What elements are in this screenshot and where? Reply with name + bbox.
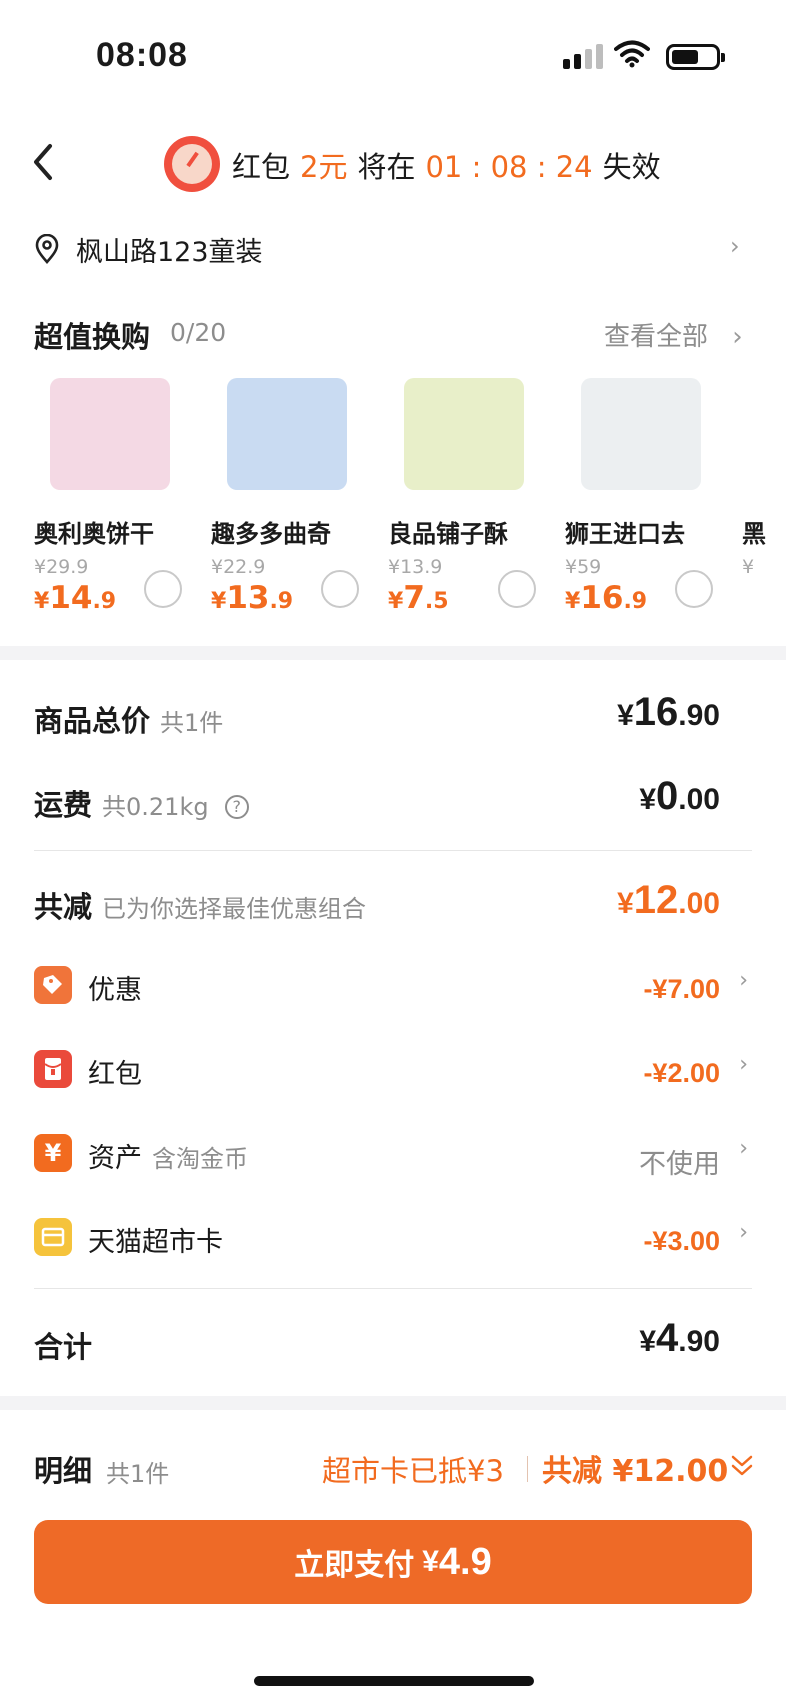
discount-amount: -¥3.00 xyxy=(643,1226,720,1256)
discount-sub: 含淘金币 xyxy=(152,1145,248,1173)
shipping-weight: 共0.21kg xyxy=(102,793,209,821)
see-all-link[interactable]: 查看全部 › xyxy=(604,316,743,353)
address-text: 枫山路123童装 xyxy=(76,237,263,268)
product-image xyxy=(404,378,524,490)
reduction-label: 共减 xyxy=(34,890,93,924)
timer-prefix: 红包 xyxy=(232,150,291,184)
pay-currency: ¥ xyxy=(422,1545,439,1578)
product-select-radio[interactable] xyxy=(498,570,536,608)
shipping-amount: ¥0.00 xyxy=(639,774,720,818)
product-name: 狮王进口去 xyxy=(565,520,685,548)
market-card-deduction: 超市卡已抵¥3 xyxy=(322,1454,504,1488)
address-row[interactable]: 枫山路123童装 › xyxy=(0,212,786,284)
divider xyxy=(34,850,752,851)
swap-title: 超值换购 xyxy=(34,320,151,354)
discount-amount: 不使用 xyxy=(639,1149,720,1180)
section-divider xyxy=(0,1396,786,1410)
swap-count: 0/20 xyxy=(170,318,227,347)
chevron-right-icon: › xyxy=(739,1052,748,1077)
discount-label: 红包 xyxy=(88,1059,142,1090)
section-divider xyxy=(0,646,786,660)
chevron-right-icon: › xyxy=(739,1220,748,1245)
red-packet-timer: 红包 2元 将在 01 : 08 : 24 失效 xyxy=(232,144,661,186)
detail-label: 明细 xyxy=(34,1454,93,1488)
card-icon xyxy=(34,1218,72,1256)
product-card[interactable]: 趣多多曲奇 ¥22.9 ¥13.9 xyxy=(211,376,381,626)
wifi-icon xyxy=(614,40,650,68)
status-time: 08:08 xyxy=(96,36,188,74)
discount-label: 天猫超市卡 xyxy=(88,1227,223,1258)
product-name: 良品铺子酥 xyxy=(388,520,508,548)
timer-middle: 将在 xyxy=(357,150,416,184)
product-card[interactable]: 奥利奥饼干 ¥29.9 ¥14.9 xyxy=(34,376,204,626)
yuan-icon: ¥ xyxy=(34,1134,72,1172)
pay-now-button[interactable]: 立即支付 ¥ 4.9 xyxy=(34,1520,752,1604)
reduction-note: 已为你选择最佳优惠组合 xyxy=(102,895,367,923)
see-all-chevron-icon: › xyxy=(732,322,743,352)
goods-total-amount: ¥16.90 xyxy=(617,690,720,734)
pay-label: 立即支付 xyxy=(294,1549,415,1582)
product-card[interactable]: 狮王进口去 ¥59 ¥16.9 xyxy=(565,376,735,626)
goods-total-label: 商品总价 xyxy=(34,704,151,738)
back-arrow-icon[interactable] xyxy=(28,142,58,182)
product-select-radio[interactable] xyxy=(321,570,359,608)
grand-total-label: 合计 xyxy=(34,1330,93,1364)
product-old-price: ¥ xyxy=(742,556,755,578)
product-old-price: ¥59 xyxy=(565,556,602,578)
product-card[interactable]: 黑 ¥ xyxy=(742,376,786,626)
swap-products: 奥利奥饼干 ¥29.9 ¥14.9 趣多多曲奇 ¥22.9 ¥13.9 良品铺子… xyxy=(0,376,786,626)
timer-suffix: 失效 xyxy=(602,150,661,184)
product-select-radio[interactable] xyxy=(675,570,713,608)
chevron-right-icon: › xyxy=(739,1136,748,1161)
red-packet-icon xyxy=(34,1050,72,1088)
total-discount-summary[interactable]: 共减 ¥12.00 xyxy=(542,1446,728,1490)
timer-icon xyxy=(164,136,220,192)
divider xyxy=(34,1288,752,1289)
status-bar: 08:08 xyxy=(0,0,786,118)
product-price: ¥16.9 xyxy=(565,580,648,616)
nav-bar: 红包 2元 将在 01 : 08 : 24 失效 xyxy=(0,118,786,208)
discount-label: 资产 xyxy=(88,1143,142,1174)
product-image xyxy=(227,378,347,490)
double-chevron-down-icon[interactable] xyxy=(730,1452,754,1480)
grand-total-amount: ¥4.90 xyxy=(639,1316,720,1360)
pay-amount: 4.9 xyxy=(438,1540,492,1583)
product-old-price: ¥22.9 xyxy=(211,556,266,578)
product-old-price: ¥13.9 xyxy=(388,556,443,578)
see-all-label: 查看全部 xyxy=(604,322,709,352)
detail-count: 共1件 xyxy=(106,1460,170,1488)
product-old-price: ¥29.9 xyxy=(34,556,89,578)
countdown: 01 : 08 : 24 xyxy=(425,150,593,184)
timer-amount: 2元 xyxy=(300,150,348,184)
shipping-label: 运费 xyxy=(34,788,93,822)
product-price: ¥13.9 xyxy=(211,580,294,616)
product-price: ¥14.9 xyxy=(34,580,117,616)
location-pin-icon xyxy=(35,234,59,264)
discount-label: 优惠 xyxy=(88,975,142,1006)
help-icon[interactable]: ? xyxy=(224,795,249,819)
divider xyxy=(527,1456,528,1482)
product-name: 奥利奥饼干 xyxy=(34,520,154,548)
product-price: ¥7.5 xyxy=(388,580,449,616)
battery-icon xyxy=(666,44,725,70)
product-select-radio[interactable] xyxy=(144,570,182,608)
discount-amount: -¥7.00 xyxy=(643,974,720,1004)
product-card[interactable]: 良品铺子酥 ¥13.9 ¥7.5 xyxy=(388,376,558,626)
product-image xyxy=(50,378,170,490)
cellular-signal-icon xyxy=(563,44,603,69)
home-indicator xyxy=(254,1676,534,1686)
product-image xyxy=(581,378,701,490)
chevron-right-icon: › xyxy=(739,968,748,993)
reduction-amount: ¥12.00 xyxy=(617,878,720,922)
goods-count: 共1件 xyxy=(160,709,224,737)
product-name: 黑 xyxy=(742,520,766,548)
discount-amount: -¥2.00 xyxy=(643,1058,720,1088)
product-name: 趣多多曲奇 xyxy=(211,520,331,548)
tag-icon xyxy=(34,966,72,1004)
address-chevron-icon: › xyxy=(730,232,740,260)
